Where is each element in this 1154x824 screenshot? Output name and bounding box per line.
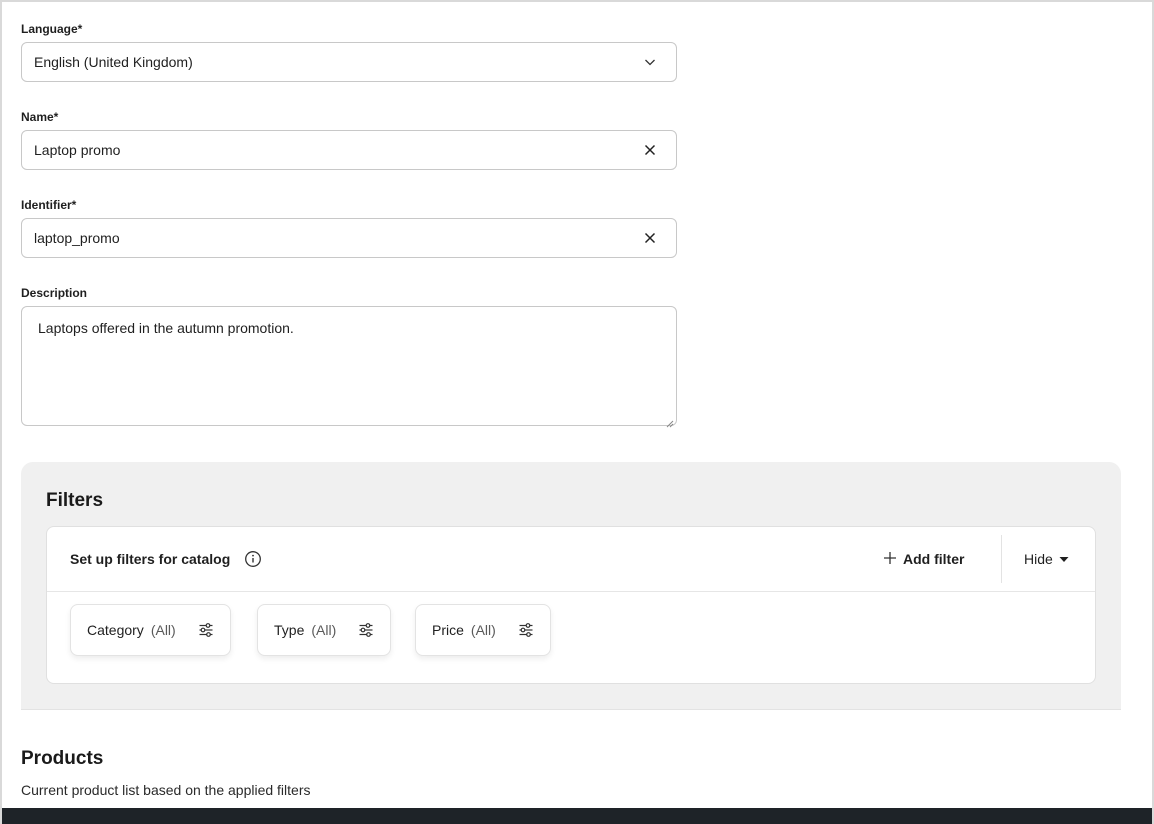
sliders-icon (198, 622, 214, 638)
table-header-bar (2, 808, 1152, 824)
add-filter-button[interactable]: Add filter (883, 549, 964, 569)
name-label: Name* (21, 110, 59, 124)
hide-label: Hide (1024, 551, 1053, 567)
sliders-icon (518, 622, 534, 638)
plus-icon (883, 551, 897, 568)
resize-grip-icon[interactable] (666, 415, 674, 428)
filters-setup-text: Set up filters for catalog (70, 551, 231, 567)
name-input[interactable]: Laptop promo (21, 130, 677, 170)
hide-button[interactable]: Hide (1024, 549, 1069, 569)
identifier-input[interactable]: laptop_promo (21, 218, 677, 258)
description-label: Description (21, 286, 88, 300)
info-icon[interactable] (244, 550, 262, 568)
description-textarea[interactable]: Laptops offered in the autumn promotion. (21, 306, 677, 428)
description-value[interactable]: Laptops offered in the autumn promotion. (38, 320, 294, 336)
filters-card-header: Set up filters for catalog Add filter Hi… (47, 527, 1095, 592)
chip-name: Category (87, 622, 144, 638)
sliders-icon (358, 622, 374, 638)
filters-card: Set up filters for catalog Add filter Hi… (46, 526, 1096, 684)
chip-name: Price (432, 622, 464, 638)
chip-value: (All) (470, 622, 496, 638)
filter-chip-type[interactable]: Type (All) (257, 604, 392, 656)
products-title: Products (21, 748, 104, 769)
page-frame: Language* English (United Kingdom) Name*… (0, 0, 1154, 824)
products-subtitle: Current product list based on the applie… (21, 782, 311, 798)
chip-name: Type (274, 622, 305, 638)
filters-panel: Filters Set up filters for catalog Add f… (21, 462, 1121, 710)
caret-down-icon (1059, 551, 1069, 567)
language-label: Language* (21, 22, 83, 36)
clear-name-icon[interactable] (642, 142, 658, 158)
header-divider (1001, 535, 1002, 583)
add-filter-label: Add filter (903, 551, 965, 567)
name-value[interactable]: Laptop promo (34, 142, 642, 158)
clear-identifier-icon[interactable] (642, 230, 658, 246)
identifier-value[interactable]: laptop_promo (34, 230, 642, 246)
chip-value: (All) (311, 622, 337, 638)
chip-value: (All) (150, 622, 176, 638)
chevron-down-icon (642, 54, 658, 70)
language-select[interactable]: English (United Kingdom) (21, 42, 677, 82)
language-value: English (United Kingdom) (34, 54, 193, 70)
filter-chip-category[interactable]: Category (All) (70, 604, 231, 656)
filters-title: Filters (46, 490, 104, 511)
identifier-label: Identifier* (21, 198, 77, 212)
filter-chip-price[interactable]: Price (All) (415, 604, 551, 656)
